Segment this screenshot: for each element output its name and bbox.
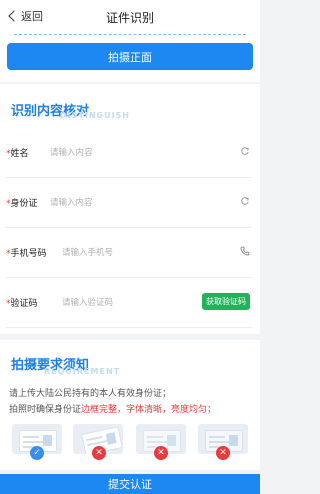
requirements-subtitle: REQUIREMENT <box>44 367 121 376</box>
phone-label: *手机号码 <box>6 249 47 259</box>
code-label: *验证码 <box>6 299 38 309</box>
requirements-card: 拍摄要求须知 REQUIREMENT 请上传大陆公民持有的本人有效身份证； 拍照… <box>0 340 260 470</box>
cross-icon: ✕ <box>154 446 168 460</box>
get-code-button[interactable]: 获取验证码 <box>202 293 250 310</box>
id-row: *身份证 请输入内容 <box>0 196 260 240</box>
cross-icon: ✕ <box>216 446 230 460</box>
requirement-line-2: 拍照时确保身份证边框完整，字体清晰，亮度均匀； <box>9 405 217 415</box>
name-input[interactable]: 请输入内容 <box>50 146 93 158</box>
cross-icon: ✕ <box>92 446 106 460</box>
clear-icon[interactable] <box>240 196 250 206</box>
name-row: *姓名 请输入内容 <box>0 146 260 190</box>
submit-button[interactable]: 提交认证 <box>0 474 260 494</box>
verify-card: 识别内容核对 DISTINGUISH *姓名 请输入内容 *身份证 请输入内容 … <box>0 84 260 334</box>
example-thumbnails: ✓ ✕ ✕ ✕ <box>0 424 260 464</box>
id-label: *身份证 <box>6 199 38 209</box>
requirement-line-1: 请上传大陆公民持有的本人有效身份证； <box>9 389 172 399</box>
divider <box>6 277 252 278</box>
phone-row: *手机号码 请输入手机号 <box>0 246 260 290</box>
capture-frame-edge <box>14 34 246 39</box>
phone-input[interactable]: 请输入手机号 <box>62 246 113 258</box>
divider <box>6 177 252 178</box>
divider <box>6 227 252 228</box>
phone-icon <box>240 246 250 256</box>
divider <box>6 327 252 328</box>
clear-icon[interactable] <box>240 146 250 156</box>
name-label: *姓名 <box>6 149 29 159</box>
page-title: 证件识别 <box>105 11 154 25</box>
code-row: *验证码 请输入验证码 获取验证码 <box>0 293 260 340</box>
id-input[interactable]: 请输入内容 <box>50 196 93 208</box>
nav-header: 返回 证件识别 <box>0 0 260 33</box>
capture-front-button[interactable]: 拍摄正面 <box>7 43 253 70</box>
check-icon: ✓ <box>30 446 44 460</box>
verify-subtitle: DISTINGUISH <box>60 111 131 120</box>
code-input[interactable]: 请输入验证码 <box>62 296 113 308</box>
